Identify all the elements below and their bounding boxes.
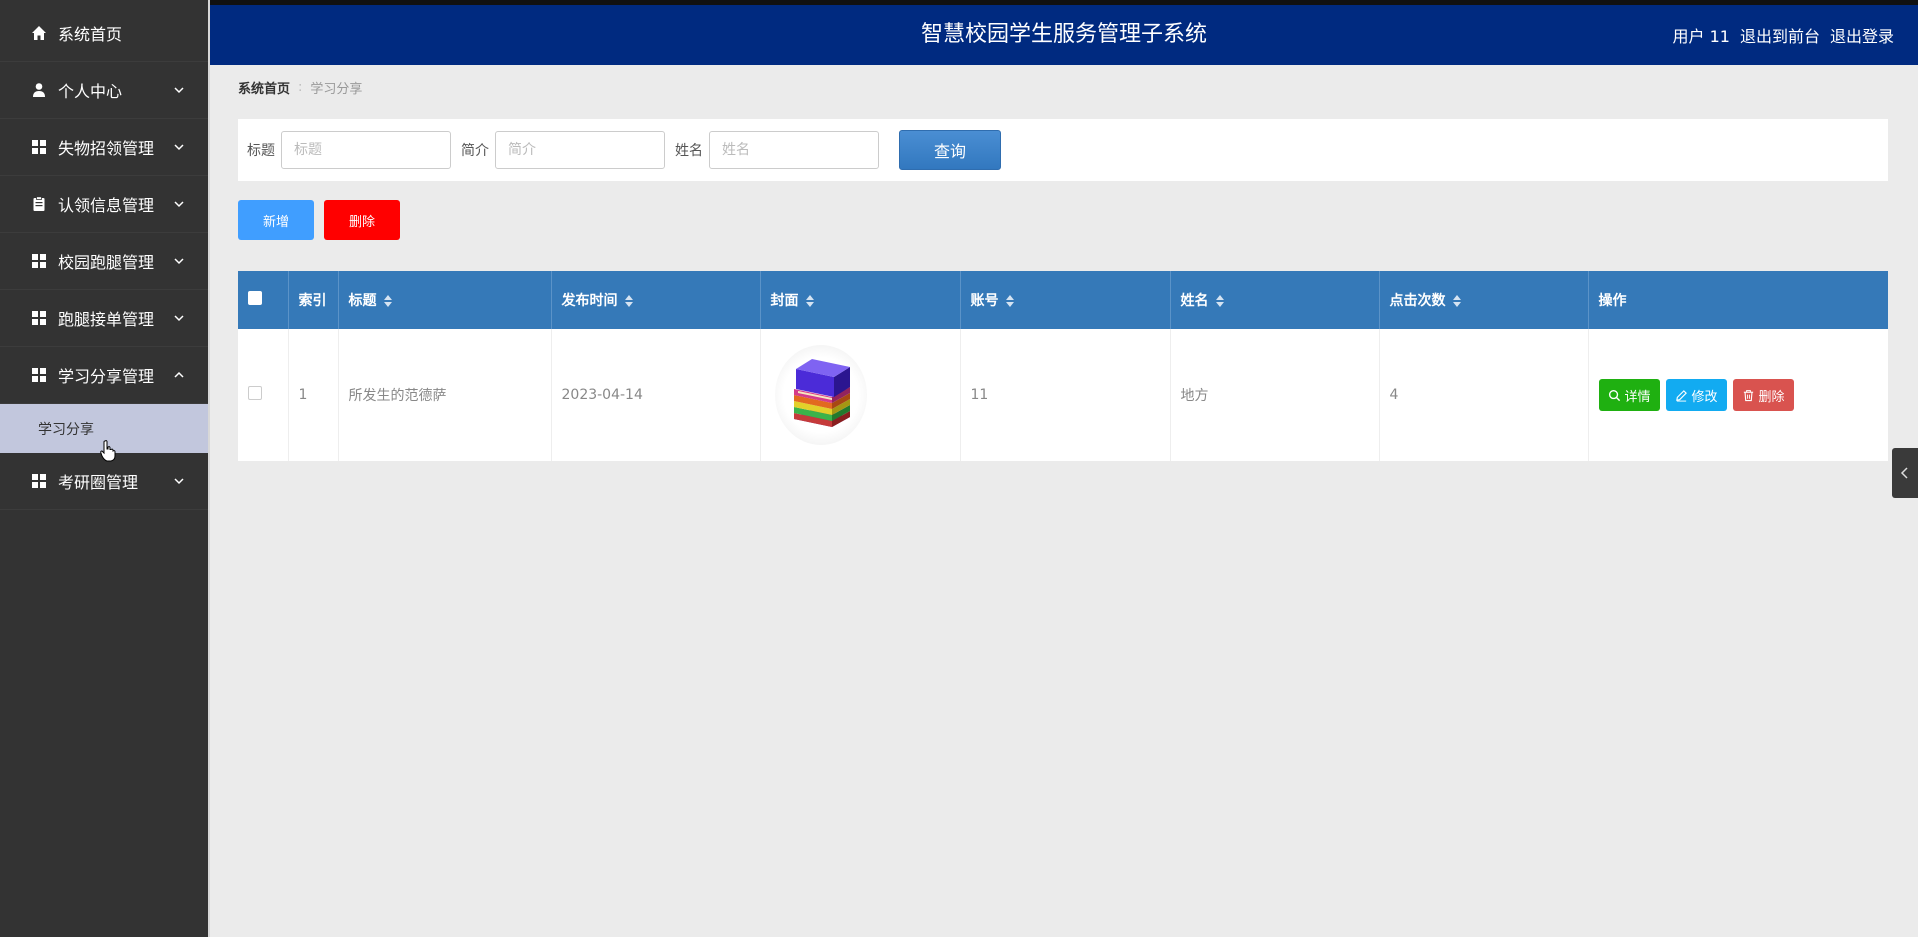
column-header-account[interactable]: 账号 [960, 271, 1171, 329]
clipboard-icon [30, 195, 48, 213]
select-all-cell [238, 271, 289, 329]
sidebar-item-label: 系统首页 [58, 25, 123, 44]
chevron-down-icon [174, 258, 184, 265]
chevron-down-icon [174, 87, 184, 94]
query-button[interactable]: 查询 [899, 130, 1001, 170]
header-user-area: 用户 11 退出到前台 退出登录 [1673, 5, 1894, 65]
cell-cover [760, 329, 961, 461]
chevron-down-icon [174, 315, 184, 322]
sidebar-item-campus-errand[interactable]: 校园跑腿管理 [0, 233, 208, 290]
search-bar: 标题 简介 姓名 查询 [238, 119, 1888, 181]
name-label: 姓名 [675, 143, 703, 159]
grid-icon [30, 138, 48, 156]
chevron-down-icon [174, 201, 184, 208]
chevron-left-icon [1900, 467, 1908, 479]
sidebar-item-lost-found[interactable]: 失物招领管理 [0, 119, 208, 176]
sidebar-item-errand-orders[interactable]: 跑腿接单管理 [0, 290, 208, 347]
table-header-row: 索引 标题 发布时间 封面 账号 姓名 点击次数 操作 [238, 271, 1888, 329]
sidebar-item-home[interactable]: 系统首页 [0, 5, 208, 62]
batch-delete-button[interactable]: 删除 [324, 200, 400, 240]
sidebar-item-label: 学习分享管理 [58, 367, 155, 386]
add-button[interactable]: 新增 [238, 200, 314, 240]
sidebar-item-label: 跑腿接单管理 [58, 310, 155, 329]
sidebar: 系统首页 个人中心 失物招领管理 认领信息管理 校园跑腿管理 跑腿接单管理 学习… [0, 0, 208, 937]
search-icon [1608, 389, 1620, 401]
row-checkbox[interactable] [248, 386, 262, 400]
breadcrumb-separator: : [298, 80, 303, 95]
row-actions: 详情 修改 删除 [1598, 379, 1889, 411]
grid-icon [30, 252, 48, 270]
cell-publish-time: 2023-04-14 [551, 329, 761, 461]
breadcrumb-current: 学习分享 [310, 82, 363, 97]
detail-button[interactable]: 详情 [1598, 379, 1660, 411]
current-user: 用户 11 [1672, 27, 1730, 46]
title-label: 标题 [247, 143, 275, 159]
column-header-clicks[interactable]: 点击次数 [1379, 271, 1589, 329]
top-header: 智慧校园学生服务管理子系统 用户 11 退出到前台 退出登录 [210, 5, 1918, 65]
title-input[interactable] [281, 131, 451, 169]
home-icon [30, 24, 48, 42]
sidebar-subitem-label: 学习分享 [38, 421, 94, 438]
grid-icon [30, 309, 48, 327]
pencil-icon [1675, 389, 1687, 402]
user-icon [30, 81, 48, 99]
column-header-actions: 操作 [1598, 293, 1627, 309]
cell-name: 地方 [1170, 329, 1380, 461]
back-to-front-link[interactable]: 退出到前台 [1740, 23, 1820, 47]
logout-link[interactable]: 退出登录 [1830, 23, 1894, 47]
sort-icon[interactable] [1005, 295, 1015, 307]
hand-cursor-icon [100, 440, 116, 462]
sidebar-item-claim-info[interactable]: 认领信息管理 [0, 176, 208, 233]
sort-icon[interactable] [624, 295, 634, 307]
grid-icon [30, 472, 48, 490]
sort-icon[interactable] [805, 295, 815, 307]
row-select-cell [238, 329, 289, 461]
column-header-name[interactable]: 姓名 [1170, 271, 1380, 329]
sort-icon[interactable] [1215, 295, 1225, 307]
chevron-up-icon [174, 371, 184, 378]
column-header-title[interactable]: 标题 [338, 271, 552, 329]
column-header-publish-time[interactable]: 发布时间 [551, 271, 761, 329]
panel-collapse-handle[interactable] [1892, 448, 1918, 498]
row-delete-button[interactable]: 删除 [1732, 379, 1794, 411]
breadcrumb: 系统首页 : 学习分享 [238, 78, 362, 97]
cover-image [774, 345, 867, 445]
data-table: 索引 标题 发布时间 封面 账号 姓名 点击次数 操作 1 所发生的范德萨 20… [238, 271, 1888, 461]
sidebar-item-label: 失物招领管理 [58, 139, 155, 158]
column-header-index: 索引 [288, 271, 339, 329]
table-row: 1 所发生的范德萨 2023-04-14 11 地方 4 详情 修改 删除 [238, 329, 1888, 461]
intro-label: 简介 [461, 143, 489, 159]
sort-icon[interactable] [1452, 295, 1462, 307]
cell-index: 1 [288, 329, 339, 461]
sidebar-item-label: 认领信息管理 [58, 196, 155, 215]
sort-icon[interactable] [383, 295, 393, 307]
sidebar-item-personal-center[interactable]: 个人中心 [0, 62, 208, 119]
cell-title: 所发生的范德萨 [338, 329, 552, 461]
edit-button[interactable]: 修改 [1665, 379, 1727, 411]
system-title: 智慧校园学生服务管理子系统 [920, 22, 1207, 47]
grid-icon [30, 366, 48, 384]
chevron-down-icon [174, 478, 184, 485]
sidebar-item-label: 个人中心 [58, 82, 123, 101]
cell-actions: 详情 修改 删除 [1588, 329, 1888, 461]
sidebar-item-label: 考研圈管理 [58, 473, 139, 492]
column-header-cover[interactable]: 封面 [760, 271, 961, 329]
trash-icon [1743, 389, 1753, 401]
sidebar-item-label: 校园跑腿管理 [58, 253, 155, 272]
breadcrumb-home[interactable]: 系统首页 [238, 78, 290, 97]
select-all-checkbox[interactable] [248, 291, 262, 305]
intro-input[interactable] [495, 131, 665, 169]
sidebar-item-study-share[interactable]: 学习分享管理 [0, 347, 208, 404]
sidebar-divider [208, 0, 210, 937]
name-input[interactable] [709, 131, 879, 169]
chevron-down-icon [174, 144, 184, 151]
cell-account: 11 [960, 329, 1171, 461]
books-icon [793, 359, 850, 427]
cell-clicks: 4 [1379, 329, 1589, 461]
